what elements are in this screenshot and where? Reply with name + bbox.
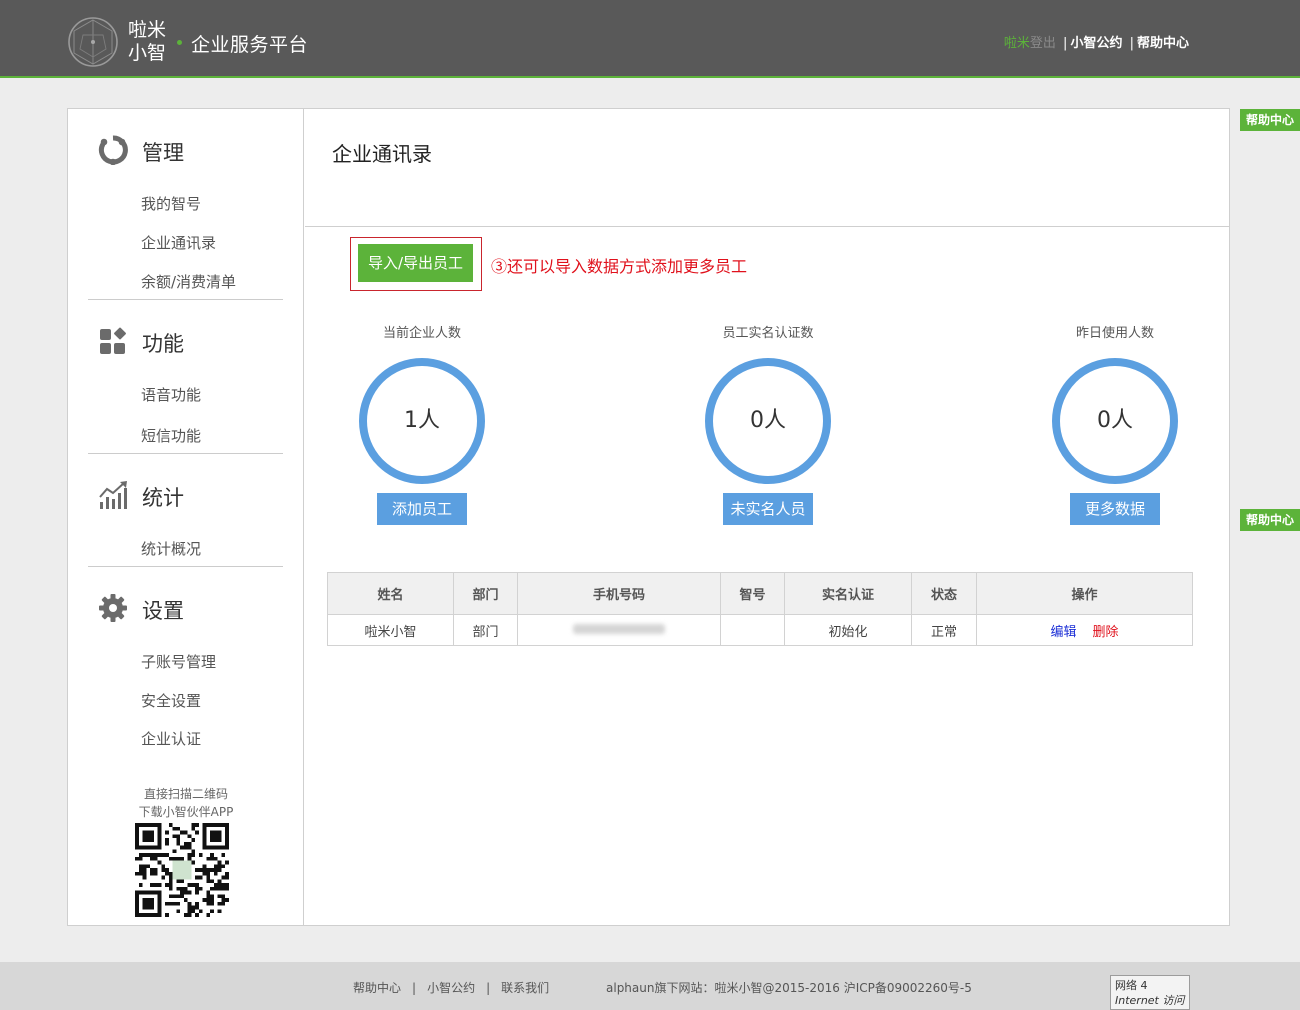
top-header: 啦米小智 企业服务平台 啦米登出 | 小智公约 | 帮助中心: [0, 0, 1300, 78]
gear-icon: [99, 594, 127, 622]
import-export-button[interactable]: 导入/导出员工: [358, 244, 473, 282]
content-area: 企业通讯录 导入/导出员工 ③还可以导入数据方式添加更多员工 当前企业人数 1人…: [305, 109, 1230, 925]
column-header-phone: 手机号码: [517, 572, 721, 615]
column-header-actions: 操作: [976, 572, 1193, 615]
more-data-button[interactable]: 更多数据: [1070, 493, 1160, 525]
float-help-tab-top[interactable]: 帮助中心: [1240, 109, 1300, 131]
column-header-dept: 部门: [453, 572, 518, 615]
import-tip: ③还可以导入数据方式添加更多员工: [491, 257, 748, 276]
nav-title: 功能: [142, 332, 184, 356]
sidebar-item-voice[interactable]: 语音功能: [141, 384, 201, 405]
nav-head-function[interactable]: 功能: [68, 320, 304, 360]
footer-link-help[interactable]: 帮助中心: [353, 981, 401, 995]
sidebar-divider: [88, 453, 283, 454]
cell-dept: 部门: [453, 614, 518, 646]
unverified-members-button[interactable]: 未实名人员: [723, 493, 813, 525]
stat-ring: 1人: [359, 358, 485, 484]
footer-link-convention[interactable]: 小智公约: [427, 981, 475, 995]
nav-head-stats[interactable]: 统计: [68, 474, 304, 514]
main-frame: 管理 我的智号 企业通讯录 余额/消费清单 功能 语音功能 短信功能 统计 统计…: [67, 108, 1230, 926]
separator: |: [1129, 36, 1134, 51]
stat-label: 当前企业人数: [382, 326, 461, 341]
footer-links: 帮助中心 | 小智公约 | 联系我们: [353, 979, 549, 996]
column-header-zhihao: 智号: [720, 572, 785, 615]
stats-icon: [99, 481, 127, 509]
nav-title: 设置: [142, 599, 184, 623]
employee-table: 姓名 部门 手机号码 智号 实名认证 状态 操作 啦米小智 部门 初始化 正常: [327, 572, 1193, 646]
stat-verified-count: 员工实名认证数 0人 未实名人员: [668, 324, 868, 525]
column-header-name: 姓名: [327, 572, 454, 615]
stat-yesterday-users: 昨日使用人数 0人 更多数据: [1015, 324, 1215, 525]
network-status: 网络 4: [1115, 979, 1148, 992]
logo-dot: [177, 40, 182, 45]
table-row: 啦米小智 部门 初始化 正常 编辑 删除: [327, 614, 1193, 646]
float-help-tab-bottom[interactable]: 帮助中心: [1240, 509, 1300, 531]
page-title: 企业通讯录: [332, 142, 432, 166]
nav-title: 统计: [142, 486, 184, 510]
stat-company-count: 当前企业人数 1人 添加员工: [322, 324, 522, 525]
logo-text: 啦米小智: [128, 19, 167, 64]
nav-section-settings: 设置: [68, 587, 304, 627]
sidebar-divider: [88, 566, 283, 567]
stat-ring: 0人: [1052, 358, 1178, 484]
delete-link[interactable]: 删除: [1093, 625, 1119, 640]
top-links: 啦米登出 | 小智公约 | 帮助中心: [1004, 32, 1189, 51]
add-employee-button[interactable]: 添加员工: [377, 493, 467, 525]
platform-title: 企业服务平台: [191, 34, 309, 56]
nav-head-manage[interactable]: 管理: [68, 129, 304, 169]
nav-head-settings[interactable]: 设置: [68, 587, 304, 627]
qr-code-icon: [135, 823, 229, 917]
import-highlight-box: 导入/导出员工: [350, 237, 482, 291]
cell-status: 正常: [911, 614, 977, 646]
column-header-status: 状态: [911, 572, 977, 615]
blurred-phone: [573, 623, 665, 634]
cell-name: 啦米小智: [327, 614, 454, 646]
column-header-auth: 实名认证: [784, 572, 912, 615]
logout-link[interactable]: 登出: [1030, 36, 1056, 51]
cell-zhihao: [720, 614, 785, 646]
qr-caption-line1: 直接扫描二维码: [143, 787, 228, 801]
cell-actions: 编辑 删除: [976, 614, 1193, 646]
qr-caption-line2: 下载小智伙伴APP: [138, 805, 234, 819]
sidebar-item-my-zhihao[interactable]: 我的智号: [141, 193, 201, 214]
separator: |: [486, 981, 491, 995]
help-center-link[interactable]: 帮助中心: [1137, 36, 1189, 51]
title-divider: [305, 226, 1230, 227]
nav-section-function: 功能: [68, 320, 304, 360]
footer-copyright: alphaun旗下网站：啦米小智@2015-2016 沪ICP备09002260…: [606, 981, 972, 995]
stat-label: 昨日使用人数: [1075, 326, 1154, 341]
sidebar-item-subaccounts[interactable]: 子账号管理: [141, 651, 216, 672]
separator: |: [412, 981, 417, 995]
sidebar-item-stats-overview[interactable]: 统计概况: [141, 538, 201, 559]
nav-title: 管理: [142, 141, 184, 165]
sidebar-divider: [88, 299, 283, 300]
stat-value: 1人: [404, 408, 440, 433]
browser-status-popup: 网络 4 Internet 访问: [1110, 975, 1190, 1010]
user-name: 啦米: [1003, 36, 1030, 51]
separator: |: [1063, 36, 1068, 51]
function-icon: [100, 327, 126, 354]
internet-access-status: Internet 访问: [1115, 994, 1185, 1007]
sidebar-item-contacts[interactable]: 企业通讯录: [141, 232, 216, 253]
footer-link-contact[interactable]: 联系我们: [501, 981, 549, 995]
sidebar: 管理 我的智号 企业通讯录 余额/消费清单 功能 语音功能 短信功能 统计 统计…: [68, 109, 304, 925]
manage-icon: [98, 135, 128, 165]
sidebar-item-balance[interactable]: 余额/消费清单: [141, 271, 236, 292]
cell-phone: [517, 614, 721, 646]
stat-value: 0人: [1097, 408, 1133, 433]
convention-link[interactable]: 小智公约: [1070, 36, 1122, 51]
stat-value: 0人: [750, 408, 786, 433]
cell-auth: 初始化: [784, 614, 912, 646]
sidebar-item-sms[interactable]: 短信功能: [141, 425, 201, 446]
logo-icon: [68, 17, 118, 67]
nav-section-stats: 统计: [68, 474, 304, 514]
edit-link[interactable]: 编辑: [1050, 625, 1076, 640]
stat-ring: 0人: [705, 358, 831, 484]
table-header-row: 姓名 部门 手机号码 智号 实名认证 状态 操作: [327, 572, 1193, 615]
stat-label: 员工实名认证数: [722, 326, 814, 341]
nav-section-manage: 管理: [68, 129, 304, 169]
sidebar-item-certification[interactable]: 企业认证: [141, 728, 201, 749]
sidebar-item-security[interactable]: 安全设置: [141, 690, 201, 711]
footer: 帮助中心 | 小智公约 | 联系我们 alphaun旗下网站：啦米小智@2015-201…: [0, 962, 1300, 1010]
